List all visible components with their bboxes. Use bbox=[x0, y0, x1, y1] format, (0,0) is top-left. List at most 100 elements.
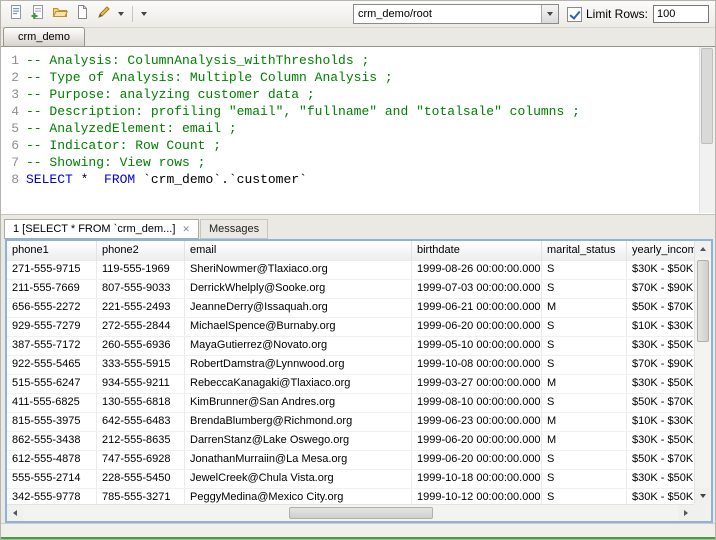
table-cell[interactable]: 342-555-9778 bbox=[7, 489, 97, 504]
table-cell[interactable]: 747-555-6928 bbox=[97, 451, 185, 469]
table-cell[interactable]: KimBrunner@San Andres.org bbox=[185, 394, 412, 412]
table-cell[interactable]: MichaelSpence@Burnaby.org bbox=[185, 318, 412, 336]
column-header-email[interactable]: email bbox=[185, 241, 412, 261]
table-cell[interactable]: 862-555-3438 bbox=[7, 432, 97, 450]
table-cell[interactable]: 260-555-6936 bbox=[97, 337, 185, 355]
table-row[interactable]: 411-555-6825130-555-6818KimBrunner@San A… bbox=[7, 394, 694, 413]
table-cell[interactable]: $50K - $70K bbox=[627, 299, 694, 317]
table-cell[interactable]: RebeccaKanagaki@Tlaxiaco.org bbox=[185, 375, 412, 393]
table-cell[interactable]: 642-555-6483 bbox=[97, 413, 185, 431]
table-row[interactable]: 271-555-9715119-555-1969SheriNowmer@Tlax… bbox=[7, 261, 694, 280]
scroll-down-button[interactable] bbox=[695, 488, 711, 504]
close-icon[interactable]: ✕ bbox=[182, 224, 190, 235]
table-cell[interactable]: 1999-06-20 00:00:00.000 bbox=[412, 432, 542, 450]
editor-line[interactable]: 8SELECT * FROM `crm_demo`.`customer` bbox=[1, 171, 699, 188]
table-cell[interactable]: $70K - $90K bbox=[627, 356, 694, 374]
table-cell[interactable]: 221-555-2493 bbox=[97, 299, 185, 317]
table-row[interactable]: 342-555-9778785-555-3271PeggyMedina@Mexi… bbox=[7, 489, 694, 504]
table-cell[interactable]: $70K - $90K bbox=[627, 280, 694, 298]
table-cell[interactable]: 1999-08-26 00:00:00.000 bbox=[412, 261, 542, 279]
table-row[interactable]: 515-555-6247934-555-9211RebeccaKanagaki@… bbox=[7, 375, 694, 394]
table-row[interactable]: 387-555-7172260-555-6936MayaGutierrez@No… bbox=[7, 337, 694, 356]
edit-button[interactable] bbox=[93, 3, 115, 25]
table-row[interactable]: 656-555-2272221-555-2493JeanneDerry@Issa… bbox=[7, 299, 694, 318]
editor-line[interactable]: 6-- Indicator: Row Count ; bbox=[1, 137, 699, 154]
editor-line[interactable]: 2-- Type of Analysis: Multiple Column An… bbox=[1, 69, 699, 86]
table-cell[interactable]: S bbox=[542, 394, 627, 412]
open-folder-button[interactable] bbox=[49, 3, 71, 25]
table-cell[interactable]: 228-555-5450 bbox=[97, 470, 185, 488]
editor-scrollbar[interactable] bbox=[699, 47, 715, 213]
table-cell[interactable]: S bbox=[542, 470, 627, 488]
table-cell[interactable]: $30K - $50K bbox=[627, 470, 694, 488]
new-page-button[interactable] bbox=[71, 3, 93, 25]
table-row[interactable]: 815-555-3975642-555-6483BrendaBlumberg@R… bbox=[7, 413, 694, 432]
table-cell[interactable]: 1999-10-18 00:00:00.000 bbox=[412, 470, 542, 488]
editor-line[interactable]: 7-- Showing: View rows ; bbox=[1, 154, 699, 171]
toolbar-dropdown-button[interactable] bbox=[115, 3, 127, 25]
table-cell[interactable]: 333-555-5915 bbox=[97, 356, 185, 374]
connection-combo[interactable]: crm_demo/root bbox=[353, 4, 559, 24]
limit-rows-checkbox[interactable] bbox=[567, 7, 582, 22]
table-cell[interactable]: 1999-08-10 00:00:00.000 bbox=[412, 394, 542, 412]
table-cell[interactable]: 934-555-9211 bbox=[97, 375, 185, 393]
editor-line[interactable]: 3-- Purpose: analyzing customer data ; bbox=[1, 86, 699, 103]
table-cell[interactable]: 272-555-2844 bbox=[97, 318, 185, 336]
table-cell[interactable]: $10K - $30K bbox=[627, 413, 694, 431]
table-cell[interactable]: S bbox=[542, 337, 627, 355]
table-cell[interactable]: M bbox=[542, 375, 627, 393]
table-cell[interactable]: M bbox=[542, 432, 627, 450]
table-row[interactable]: 612-555-4878747-555-6928JonathanMurraiin… bbox=[7, 451, 694, 470]
table-cell[interactable]: 119-555-1969 bbox=[97, 261, 185, 279]
table-cell[interactable]: 1999-03-27 00:00:00.000 bbox=[412, 375, 542, 393]
table-cell[interactable]: 1999-10-12 00:00:00.000 bbox=[412, 489, 542, 504]
table-cell[interactable]: S bbox=[542, 261, 627, 279]
table-cell[interactable]: DerrickWhelply@Sooke.org bbox=[185, 280, 412, 298]
vertical-scrollbar-thumb[interactable] bbox=[697, 260, 709, 342]
table-cell[interactable]: $30K - $50K bbox=[627, 489, 694, 504]
editor-scrollbar-thumb[interactable] bbox=[701, 48, 713, 144]
table-cell[interactable]: 1999-07-03 00:00:00.000 bbox=[412, 280, 542, 298]
table-cell[interactable]: $50K - $70K bbox=[627, 394, 694, 412]
table-cell[interactable]: 785-555-3271 bbox=[97, 489, 185, 504]
vertical-scrollbar[interactable] bbox=[694, 241, 711, 504]
table-cell[interactable]: $30K - $50K bbox=[627, 375, 694, 393]
table-cell[interactable]: $30K - $50K bbox=[627, 432, 694, 450]
horizontal-scrollbar-thumb[interactable] bbox=[289, 507, 433, 519]
scroll-up-button[interactable] bbox=[695, 241, 711, 257]
table-cell[interactable]: S bbox=[542, 489, 627, 504]
table-cell[interactable]: 922-555-5465 bbox=[7, 356, 97, 374]
table-cell[interactable]: PeggyMedina@Mexico City.org bbox=[185, 489, 412, 504]
column-header-birthdate[interactable]: birthdate bbox=[412, 241, 542, 261]
sql-editor[interactable]: 1-- Analysis: ColumnAnalysis_withThresho… bbox=[1, 47, 715, 215]
table-cell[interactable]: 612-555-4878 bbox=[7, 451, 97, 469]
table-cell[interactable]: JonathanMurraiin@La Mesa.org bbox=[185, 451, 412, 469]
table-cell[interactable]: JeanneDerry@Issaquah.org bbox=[185, 299, 412, 317]
scroll-left-button[interactable] bbox=[7, 505, 23, 521]
table-row[interactable]: 922-555-5465333-555-5915RobertDamstra@Ly… bbox=[7, 356, 694, 375]
table-cell[interactable]: 1999-06-21 00:00:00.000 bbox=[412, 299, 542, 317]
table-cell[interactable]: S bbox=[542, 356, 627, 374]
editor-line[interactable]: 1-- Analysis: ColumnAnalysis_withThresho… bbox=[1, 52, 699, 69]
table-cell[interactable]: S bbox=[542, 280, 627, 298]
column-header-phone1[interactable]: phone1 bbox=[7, 241, 97, 261]
table-cell[interactable]: 387-555-7172 bbox=[7, 337, 97, 355]
table-cell[interactable]: BrendaBlumberg@Richmond.org bbox=[185, 413, 412, 431]
limit-rows-input[interactable] bbox=[653, 5, 709, 23]
table-cell[interactable]: $50K - $70K bbox=[627, 451, 694, 469]
table-cell[interactable]: 212-555-8635 bbox=[97, 432, 185, 450]
table-row[interactable]: 211-555-7669807-555-9033DerrickWhelply@S… bbox=[7, 280, 694, 299]
table-row[interactable]: 555-555-2714228-555-5450JewelCreek@Chula… bbox=[7, 470, 694, 489]
table-cell[interactable]: JewelCreek@Chula Vista.org bbox=[185, 470, 412, 488]
export-page-button[interactable] bbox=[27, 3, 49, 25]
table-cell[interactable]: M bbox=[542, 413, 627, 431]
editor-line[interactable]: 5-- AnalyzedElement: email ; bbox=[1, 120, 699, 137]
table-cell[interactable]: 1999-06-23 00:00:00.000 bbox=[412, 413, 542, 431]
table-cell[interactable]: 411-555-6825 bbox=[7, 394, 97, 412]
table-cell[interactable]: 515-555-6247 bbox=[7, 375, 97, 393]
combo-dropdown-button[interactable] bbox=[541, 5, 558, 23]
table-cell[interactable]: $10K - $30K bbox=[627, 318, 694, 336]
table-cell[interactable]: DarrenStanz@Lake Oswego.org bbox=[185, 432, 412, 450]
table-cell[interactable]: M bbox=[542, 299, 627, 317]
table-cell[interactable]: 1999-06-20 00:00:00.000 bbox=[412, 451, 542, 469]
